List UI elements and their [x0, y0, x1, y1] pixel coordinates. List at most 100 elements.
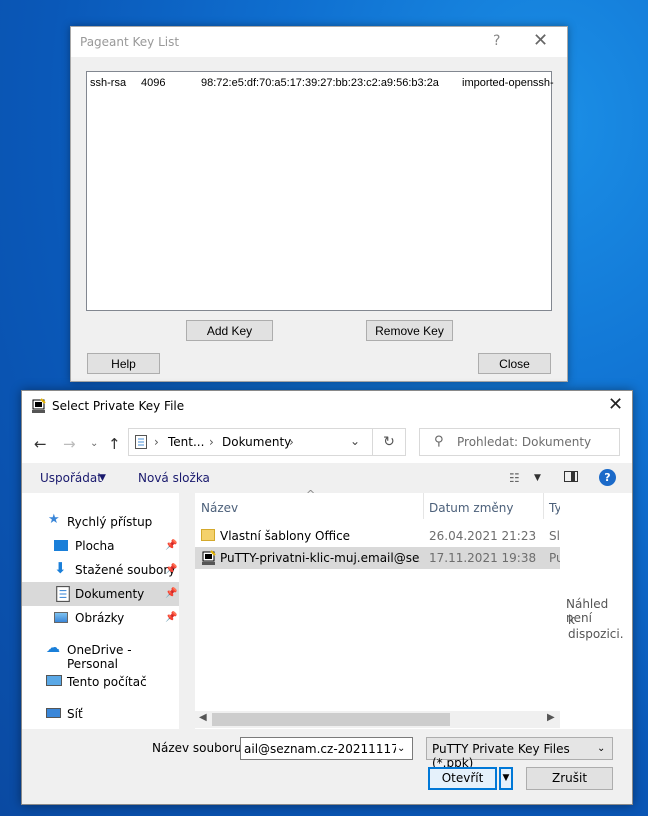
- picture-icon: [54, 612, 68, 623]
- file-row[interactable]: Vlastní šablony Office 26.04.2021 21:23 …: [195, 525, 560, 547]
- dialog-toolbar: Uspořádat ▼ Nová složka ☷ ▼ ?: [22, 463, 632, 493]
- key-type: ssh-rsa: [90, 77, 127, 89]
- sidebar-item-label: Stažené soubory: [75, 563, 176, 577]
- horizontal-scrollbar[interactable]: ◀ ▶: [195, 711, 560, 728]
- key-list[interactable]: ssh-rsa 4096 98:72:e5:df:70:a5:17:39:27:…: [86, 71, 554, 311]
- putty-key-icon: [202, 550, 216, 565]
- chevron-down-icon[interactable]: ▼: [99, 473, 106, 483]
- download-icon: ⬇: [54, 559, 67, 577]
- file-row-selected[interactable]: PuTTY-privatni-klic-muj.email@sez... 17.…: [195, 547, 564, 569]
- pageant-window: Pageant Key List ? ✕ ssh-rsa 4096 98:72:…: [70, 26, 568, 382]
- open-button[interactable]: Otevřít: [428, 767, 497, 790]
- computer-icon: [46, 675, 62, 686]
- help-icon[interactable]: ?: [599, 469, 616, 486]
- file-date: 17.11.2021 19:38: [429, 551, 537, 565]
- navigation-pane: ★ Rychlý přístup Plocha 📌 ⬇ Stažené soub…: [22, 493, 179, 729]
- chevron-down-icon[interactable]: ⌄: [90, 438, 98, 449]
- new-folder-button[interactable]: Nová složka: [138, 471, 210, 485]
- filetype-select[interactable]: PuTTY Private Key Files (*.ppk) ⌄: [426, 737, 613, 770]
- close-icon[interactable]: ✕: [533, 30, 548, 51]
- filename-value: ail@seznam.cz-20211117.ppk: [244, 742, 396, 756]
- star-icon: ★: [48, 512, 60, 527]
- file-list: Název ^ Datum změny Ty Vlastní šablony O…: [195, 488, 564, 729]
- column-header-name[interactable]: Název: [201, 501, 238, 515]
- sidebar-item-documents[interactable]: Dokumenty 📌: [22, 582, 179, 606]
- file-date: 26.04.2021 21:23: [429, 529, 537, 543]
- chevron-down-icon[interactable]: ⌄: [350, 434, 360, 448]
- remove-key-button[interactable]: Remove Key: [366, 320, 453, 341]
- refresh-button[interactable]: ↻: [372, 428, 406, 456]
- refresh-icon: ↻: [383, 434, 395, 450]
- add-key-button[interactable]: Add Key: [186, 320, 273, 341]
- sidebar-item-label: Síť: [67, 707, 83, 721]
- breadcrumb-part1[interactable]: Tent...: [168, 435, 204, 449]
- cancel-button[interactable]: Zrušit: [526, 767, 613, 790]
- sidebar-item-this-pc[interactable]: Tento počítač: [22, 670, 179, 694]
- preview-text-line2: k dispozici.: [568, 613, 624, 641]
- file-name: PuTTY-privatni-klic-muj.email@sez...: [220, 551, 420, 565]
- sidebar-item-label: Tento počítač: [67, 675, 147, 689]
- filetype-value: PuTTY Private Key Files (*.ppk): [432, 742, 570, 770]
- key-comment: imported-openssh-: [462, 77, 554, 89]
- sidebar-item-label: Obrázky: [75, 611, 125, 625]
- organize-button[interactable]: Uspořádat: [40, 471, 102, 485]
- network-icon: [46, 708, 61, 718]
- sidebar-item-label: Plocha: [75, 539, 115, 553]
- scroll-left-icon[interactable]: ◀: [199, 712, 207, 723]
- pin-icon[interactable]: 📌: [165, 588, 177, 599]
- up-arrow-icon[interactable]: ↑: [108, 435, 121, 453]
- search-icon: ⚲: [434, 434, 444, 449]
- dialog-title: Select Private Key File: [52, 399, 185, 413]
- sidebar-item-quick-access[interactable]: ★ Rychlý přístup: [22, 510, 179, 534]
- column-divider: [543, 493, 544, 519]
- pin-icon[interactable]: 📌: [165, 540, 177, 551]
- pageant-titlebar[interactable]: Pageant Key List ? ✕: [71, 27, 567, 57]
- help-button[interactable]: Help: [87, 353, 160, 374]
- desktop-icon: [54, 540, 68, 551]
- forward-arrow-icon[interactable]: →: [63, 435, 76, 453]
- document-icon: [135, 435, 147, 449]
- sidebar-item-desktop[interactable]: Plocha 📌: [22, 534, 179, 558]
- sidebar-item-label: OneDrive - Personal: [67, 643, 132, 671]
- preview-pane: Náhled není k dispozici.: [560, 493, 632, 729]
- pin-icon[interactable]: 📌: [165, 564, 177, 575]
- dialog-titlebar[interactable]: Select Private Key File ✕: [22, 391, 632, 421]
- chevron-down-icon[interactable]: ▼: [534, 473, 541, 483]
- search-placeholder: Prohledat: Dokumenty: [457, 435, 592, 449]
- sidebar-item-onedrive[interactable]: ☁ OneDrive - Personal: [22, 638, 179, 671]
- key-fingerprint: 98:72:e5:df:70:a5:17:39:27:bb:23:c2:a9:5…: [201, 77, 439, 89]
- chevron-down-icon[interactable]: ⌄: [397, 743, 405, 754]
- file-name: Vlastní šablony Office: [220, 529, 351, 543]
- file-type: Sl: [549, 529, 560, 543]
- column-header-date[interactable]: Datum změny: [429, 501, 514, 515]
- preview-pane-icon[interactable]: [564, 471, 578, 482]
- filename-label: Název souboru:: [152, 741, 246, 755]
- help-icon[interactable]: ?: [493, 33, 500, 49]
- document-icon: [56, 586, 70, 602]
- breadcrumb-part2[interactable]: Dokumenty: [222, 435, 291, 449]
- sidebar-item-pictures[interactable]: Obrázky 📌: [22, 606, 179, 630]
- breadcrumb-separator-icon: ›: [154, 435, 159, 449]
- sort-chevron-icon: ^: [306, 488, 316, 501]
- sidebar-item-network[interactable]: Síť: [22, 702, 179, 726]
- chevron-down-icon: ▼: [502, 773, 510, 783]
- close-icon[interactable]: ✕: [608, 394, 623, 415]
- sidebar-item-downloads[interactable]: ⬇ Stažené soubory 📌: [22, 558, 179, 582]
- back-arrow-icon[interactable]: ←: [34, 435, 47, 453]
- chevron-down-icon[interactable]: ⌄: [597, 743, 605, 754]
- scrollbar-thumb[interactable]: [212, 713, 450, 726]
- view-options-icon[interactable]: ☷: [509, 471, 520, 485]
- select-key-dialog: Select Private Key File ✕ ← → ⌄ ↑ › Tent…: [21, 390, 633, 805]
- folder-icon: [201, 529, 215, 541]
- pin-icon[interactable]: 📌: [165, 612, 177, 623]
- scroll-right-icon[interactable]: ▶: [547, 712, 555, 723]
- address-bar[interactable]: › Tent... › Dokumenty › ⌄: [128, 428, 401, 456]
- filename-input[interactable]: ail@seznam.cz-20211117.ppk ⌄: [240, 737, 413, 760]
- search-input[interactable]: ⚲ Prohledat: Dokumenty: [419, 428, 620, 456]
- putty-icon: [32, 398, 46, 413]
- breadcrumb-separator-icon: ›: [289, 435, 294, 449]
- close-button[interactable]: Close: [478, 353, 551, 374]
- sidebar-item-label: Rychlý přístup: [67, 515, 153, 529]
- open-dropdown-button[interactable]: ▼: [499, 767, 513, 790]
- pageant-title: Pageant Key List: [80, 35, 180, 49]
